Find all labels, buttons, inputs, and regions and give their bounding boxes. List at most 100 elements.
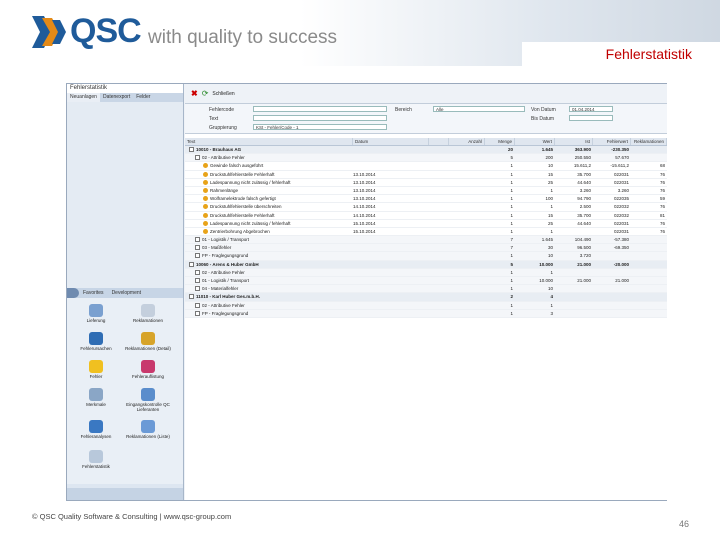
bis-datum-input[interactable] xyxy=(569,115,613,121)
tab-datenexport[interactable]: Datenexport xyxy=(100,93,133,102)
launcher-fehlerauflistung[interactable]: Fehlerauflistung xyxy=(123,360,173,379)
grid-cell: 68 xyxy=(631,162,667,169)
expand-toggle-icon[interactable] xyxy=(195,278,200,283)
table-row[interactable]: Druckstuhlfehlerstelle Fehlerhaft 13.10.2… xyxy=(185,171,667,179)
cell-text: 1 xyxy=(510,212,513,218)
cell-text: 022032 xyxy=(613,212,629,218)
toolbar-label[interactable]: Schließen xyxy=(212,91,234,97)
collapse-arrow-icon[interactable] xyxy=(67,288,79,298)
grid-cell: 1 xyxy=(485,187,515,194)
launcher-fehlerursachen[interactable]: Fehlerursachen xyxy=(71,332,121,351)
grid-cell xyxy=(353,162,429,169)
group-row[interactable]: 10060 - Arens & Huber GmbH 5 10.000 21.000 -… xyxy=(185,260,667,269)
tab-neuanlagen[interactable]: Neuanlagen xyxy=(67,93,100,102)
launcher-eingangskontrolle[interactable]: Eingangskontrolle QC Lieferanten xyxy=(123,388,173,412)
chart-icon xyxy=(89,420,103,433)
table-row[interactable]: Ladespannung nicht zulässig / fehlerhaft… xyxy=(185,220,667,228)
expand-toggle-icon[interactable] xyxy=(195,269,200,275)
launcher-fehler[interactable]: Fehler xyxy=(71,360,121,379)
subgroup-row[interactable]: FP - Fraglegungsgrund 1 3 xyxy=(185,309,667,318)
von-datum-label: Von Datum xyxy=(531,107,556,113)
grid-cell xyxy=(449,285,485,292)
expand-toggle-icon[interactable] xyxy=(189,147,194,152)
launcher-reklamationen[interactable]: Reklamationen xyxy=(123,304,173,323)
von-datum-input[interactable]: 01.04.2014 xyxy=(569,106,613,112)
col-text[interactable]: Text xyxy=(185,138,353,145)
grid-cell: 3.260 xyxy=(555,187,593,194)
refresh-icon[interactable]: ⟳ xyxy=(202,89,209,98)
launcher-fehleranalysen[interactable]: Fehleranalysen xyxy=(71,420,121,439)
bereich-select[interactable]: Alle xyxy=(433,106,525,112)
launcher-merkmale[interactable]: Merkmale xyxy=(71,388,121,407)
table-row[interactable]: Wolframelektrode falsch gefertigt 13.10.2… xyxy=(185,195,667,204)
text-input[interactable] xyxy=(253,115,387,121)
attachment-cell xyxy=(429,203,449,210)
cell-text: Wolframelektrode falsch gefertigt xyxy=(210,196,276,202)
expand-toggle-icon[interactable] xyxy=(195,302,200,308)
col-reklamationen[interactable]: Reklamationen xyxy=(631,138,667,145)
table-row[interactable]: Druckstuhlfehlerstelle Fehlerhaft 14.10.2… xyxy=(185,212,667,220)
subgroup-row[interactable]: 02 - Attributive Fehler 1 1 xyxy=(185,268,667,277)
subgroup-row[interactable]: 01 - Logistik / Transport 1 10.000 21.000 21… xyxy=(185,277,667,286)
grid-cell: 01 - Logistik / Transport xyxy=(185,277,353,284)
table-row[interactable]: Ladespannung nicht zulässig / fehlerhaft… xyxy=(185,179,667,187)
grid-cell: 13.10.2014 xyxy=(353,187,429,194)
cell-text: 15.10.2014 xyxy=(353,228,376,234)
grid-cell: 1.645 xyxy=(515,236,555,243)
subgroup-row[interactable]: 01 - Logistik / Transport 7 1.645 104.490 -5… xyxy=(185,236,667,245)
grid-cell: 1 xyxy=(485,212,515,219)
col-datum[interactable]: Datum xyxy=(353,138,429,145)
table-row[interactable]: Rahmenlänge 13.10.2014 1 1 3.260 3.260 76 xyxy=(185,187,667,196)
col-fehlerwert[interactable]: Fehlerwert xyxy=(593,138,631,145)
expand-toggle-icon[interactable] xyxy=(195,253,200,259)
subgroup-row[interactable]: 02 - Attributive Fehler 5 200 250.550 57.670 xyxy=(185,154,667,163)
defect-icon xyxy=(203,204,208,210)
gruppierung-select[interactable]: KSt - Fehler/Code - 1 xyxy=(253,124,387,130)
close-icon[interactable]: ✖ xyxy=(191,89,198,98)
group-row[interactable]: 11010 - Karl Huber Ges.m.b.H. 2 4 xyxy=(185,293,667,302)
col-wert[interactable]: Wert xyxy=(515,138,555,145)
grid-cell xyxy=(449,302,485,309)
expand-toggle-icon[interactable] xyxy=(195,155,200,161)
subgroup-row[interactable]: 03 - Maßfehler 7 30 96.500 -69.350 xyxy=(185,244,667,253)
subgroup-row[interactable]: FP - Fraglegungsgrund 1 10 3.720 xyxy=(185,252,667,261)
expand-toggle-icon[interactable] xyxy=(189,261,194,267)
launcher-reklamationen-liste[interactable]: Reklamationen (Liste) xyxy=(123,420,173,439)
col-icon[interactable] xyxy=(429,138,449,145)
attachment-cell xyxy=(429,252,449,259)
grid-cell: 1 xyxy=(485,228,515,235)
launcher-reklamationen-detail[interactable]: Reklamationen (Detail) xyxy=(123,332,173,351)
subgroup-row[interactable]: 02 - Attributive Fehler 1 1 xyxy=(185,301,667,310)
expand-toggle-icon[interactable] xyxy=(195,237,200,243)
table-row[interactable]: Zentrierbohrung Abgebrochen 15.10.2014 1 1 0… xyxy=(185,228,667,237)
expand-toggle-icon[interactable] xyxy=(189,294,194,300)
grid-cell xyxy=(353,154,429,161)
col-menge[interactable]: Menge xyxy=(485,138,515,145)
tab-development[interactable]: Development xyxy=(108,290,145,296)
fehlercode-input[interactable] xyxy=(253,106,387,112)
subgroup-row[interactable]: 04 - Materialfehler 1 10 xyxy=(185,285,667,294)
table-row[interactable]: Gewinde falsch ausgeführt 1 10 15.611,2 -15.… xyxy=(185,162,667,171)
tab-favorites[interactable]: Favorites xyxy=(79,290,108,296)
cell-text: 02 - Attributive Fehler xyxy=(202,269,245,275)
group-row[interactable]: 10010 - Brauhaus AG 20 1.645 363.900 -230.35… xyxy=(185,146,667,155)
expand-toggle-icon[interactable] xyxy=(195,245,200,251)
grid-cell: 44.640 xyxy=(555,179,593,186)
cell-text: 21.000 xyxy=(577,278,591,283)
launcher-lieferung[interactable]: Lieferung xyxy=(71,304,121,323)
grid-cell: 1 xyxy=(485,220,515,227)
grid-cell: 13.10.2014 xyxy=(353,195,429,202)
grid-cell: Druckstuhlfehlerstelle Fehlerhaft xyxy=(185,212,353,219)
cell-text: 1 xyxy=(550,228,553,234)
col-anzahl[interactable]: Anzahl xyxy=(449,138,485,145)
table-row[interactable]: Druckstuhlfehlerstelle überschreiten 14.1… xyxy=(185,203,667,212)
grid-cell xyxy=(631,277,667,284)
tab-felder[interactable]: Felder xyxy=(133,93,153,102)
grid-cell xyxy=(631,146,667,153)
col-ist[interactable]: Ist xyxy=(555,138,593,145)
launcher-fehlerstatistik[interactable]: Fehlerstatistik xyxy=(71,450,121,469)
expand-toggle-icon[interactable] xyxy=(195,310,200,316)
expand-toggle-icon[interactable] xyxy=(195,286,200,292)
grid-cell: 104.490 xyxy=(555,236,593,243)
grid-cell xyxy=(449,310,485,317)
